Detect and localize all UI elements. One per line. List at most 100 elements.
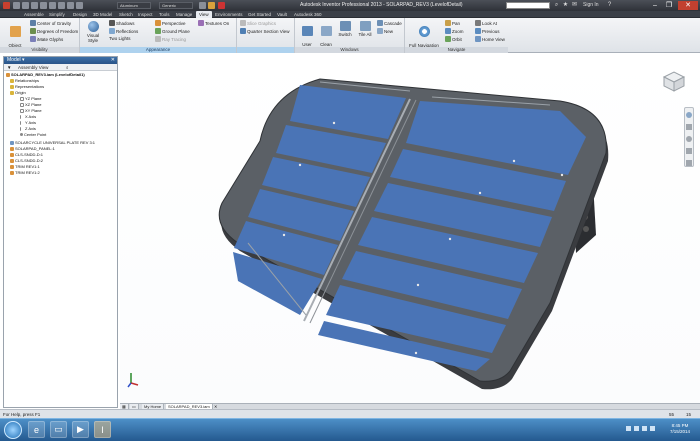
graphics-viewport[interactable] — [120, 53, 700, 408]
filter-icon[interactable]: ▼ — [7, 64, 11, 71]
imate-glyphs-button[interactable]: iMate Glyphs — [30, 36, 63, 42]
help-icon[interactable]: ? — [606, 2, 613, 9]
internet-explorer-icon[interactable]: e — [28, 421, 45, 438]
visual-style-button[interactable]: Visual Style — [82, 21, 104, 43]
tree-item-relationships[interactable]: Relationships — [10, 78, 39, 83]
home-view-button[interactable]: Home View — [475, 36, 505, 42]
tab-simplify[interactable]: Simplify — [49, 11, 65, 18]
save-icon[interactable] — [31, 2, 38, 9]
appearance-combo[interactable]: Aluminum — [117, 2, 151, 9]
tree-item-cls-2[interactable]: CLS-SNDD-D:2 — [10, 158, 43, 163]
tab-manage[interactable]: Manage — [176, 11, 192, 18]
tab-environments[interactable]: Environments — [215, 11, 243, 18]
return-icon[interactable] — [58, 2, 65, 9]
subscription-icon[interactable]: ★ — [562, 2, 569, 9]
tree-item-x-axis[interactable]: X Axis — [20, 114, 36, 119]
sign-in-link[interactable]: Sign In — [583, 2, 599, 8]
redo-icon[interactable] — [49, 2, 56, 9]
tree-item-representations[interactable]: Representations — [10, 84, 44, 89]
tab-sketch[interactable]: Sketch — [119, 11, 133, 18]
measure-icon[interactable] — [199, 2, 206, 9]
cascade-button[interactable]: Cascade — [377, 20, 402, 26]
textures-icon — [198, 20, 204, 26]
center-of-gravity-button[interactable]: Center of Gravity — [30, 20, 71, 26]
ground-plane-button[interactable]: Ground Plane — [155, 28, 190, 34]
network-icon[interactable] — [634, 426, 639, 431]
tab-3d-model[interactable]: 3D Model — [93, 11, 112, 18]
new-window-button[interactable]: New — [377, 28, 393, 34]
tree-item-y-axis[interactable]: Y Axis — [20, 120, 36, 125]
find-icon[interactable]: ⌕ — [66, 64, 69, 71]
tree-item-cls-1[interactable]: CLS-SNDD-D:1 — [10, 152, 43, 157]
clock[interactable]: 8:45 PM 7/15/2014 — [662, 423, 698, 435]
tree-item-trim-1[interactable]: TRIM REV1:1 — [10, 164, 40, 169]
degrees-of-freedom-button[interactable]: Degrees of Freedom — [30, 28, 78, 34]
file-explorer-icon[interactable]: ▭ — [50, 421, 67, 438]
pan-button[interactable]: Pan — [445, 20, 460, 26]
pan-icon[interactable] — [686, 124, 692, 130]
communication-icon[interactable]: ✉ — [571, 2, 578, 9]
reflections-button[interactable]: Reflections — [109, 28, 138, 34]
assembly-view-dropdown[interactable]: Assembly View — [18, 64, 48, 71]
tab-vault[interactable]: Vault — [277, 11, 287, 18]
application-menu-icon[interactable] — [3, 2, 10, 9]
ilogic-icon[interactable] — [218, 2, 225, 9]
previous-view-button[interactable]: Previous — [475, 28, 500, 34]
binoculars-icon[interactable]: ⌕ — [553, 2, 560, 9]
flag-icon[interactable] — [626, 426, 631, 431]
tree-item-xz-plane[interactable]: XZ Plane — [20, 102, 41, 107]
look-at-button[interactable]: Look At — [475, 20, 497, 26]
lighting-dropdown[interactable]: Two Lights — [109, 36, 131, 41]
tab-get-started[interactable]: Get Started — [248, 11, 271, 18]
ray-tracing-button[interactable]: Ray Tracing — [155, 36, 186, 42]
material-combo[interactable]: Generic — [159, 2, 193, 9]
power-icon[interactable] — [650, 426, 655, 431]
open-file-icon[interactable] — [22, 2, 29, 9]
perspective-button[interactable]: Perspective — [155, 20, 186, 26]
color-override-icon[interactable] — [208, 2, 215, 9]
undo-icon[interactable] — [40, 2, 47, 9]
tree-item-yz-plane[interactable]: YZ Plane — [20, 96, 41, 101]
tab-view[interactable]: View — [196, 11, 212, 18]
textures-on-button[interactable]: Textures On — [198, 20, 229, 26]
zoom-button[interactable]: Zoom — [445, 28, 464, 34]
steering-wheel-icon[interactable] — [686, 112, 692, 118]
tab-tools[interactable]: Tools — [159, 11, 170, 18]
start-button[interactable] — [4, 421, 22, 439]
tree-item-solarpad-panel[interactable]: SOLARPAD_PANEL:1 — [10, 146, 55, 151]
tree-item-origin[interactable]: Origin — [10, 90, 26, 95]
minimize-button[interactable]: – — [649, 1, 661, 10]
tree-item-center-point[interactable]: Center Point — [20, 132, 46, 137]
media-player-icon[interactable]: ▶ — [72, 421, 89, 438]
browser-title[interactable]: Model ▾ — [4, 57, 117, 64]
tile-all-button[interactable]: Tile All — [356, 21, 374, 37]
tree-item-universal-plate[interactable]: SOLARCYCLE UNIVERSAL PLATE REV 3:1 — [10, 140, 95, 145]
orbit-button[interactable]: Orbit — [445, 36, 462, 42]
volume-icon[interactable] — [642, 426, 647, 431]
close-button[interactable]: ✕ — [678, 1, 698, 10]
slice-graphics-button[interactable]: Slice Graphics — [240, 20, 276, 26]
tree-item-root[interactable]: SOLARPAD_REV3.iam (LevelofDetail1) — [6, 72, 85, 77]
look-at-icon[interactable] — [686, 160, 692, 166]
ribbon: Object Visibility Center of Gravity Degr… — [0, 18, 700, 53]
viewcube[interactable] — [660, 69, 688, 93]
shadows-button[interactable]: Shadows — [109, 20, 135, 26]
tab-assemble[interactable]: Assemble — [24, 11, 44, 18]
tree-item-xy-plane[interactable]: XY Plane — [20, 108, 42, 113]
zoom-icon[interactable] — [686, 136, 692, 142]
help-search-input[interactable] — [506, 2, 550, 9]
update-icon[interactable] — [67, 2, 74, 9]
new-file-icon[interactable] — [13, 2, 20, 9]
restore-button[interactable]: ❐ — [663, 1, 675, 10]
tree-item-trim-2[interactable]: TRIM REV1:2 — [10, 170, 40, 175]
tab-inspect[interactable]: Inspect — [138, 11, 153, 18]
tab-autodesk-360[interactable]: Autodesk 360 — [294, 11, 322, 18]
select-icon[interactable] — [76, 2, 83, 9]
tree-item-z-axis[interactable]: Z Axis — [20, 126, 36, 131]
switch-button[interactable]: Switch — [336, 21, 354, 37]
quarter-section-view-button[interactable]: Quarter Section View — [240, 28, 289, 34]
orbit-icon[interactable] — [686, 148, 692, 154]
inventor-taskbar-icon[interactable]: I — [94, 421, 111, 438]
browser-close-icon[interactable]: ✕ — [111, 57, 115, 64]
tab-design[interactable]: Design — [73, 11, 87, 18]
